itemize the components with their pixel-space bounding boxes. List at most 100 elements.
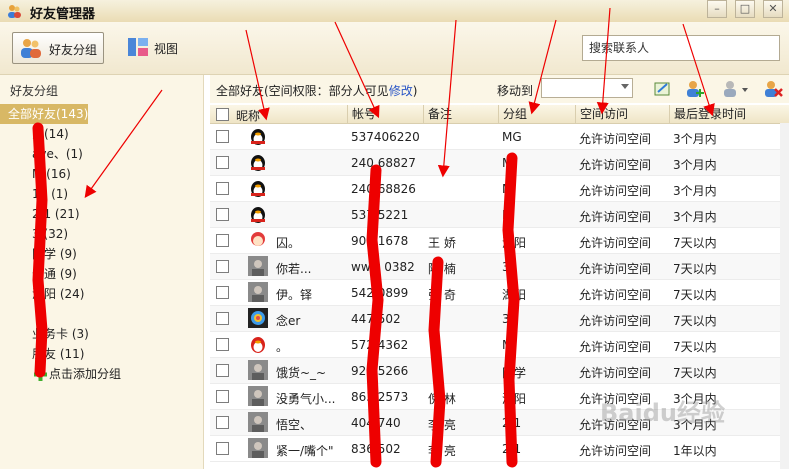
cell-note: 李 亮 [428, 418, 456, 432]
cell-group: 湖阳 [502, 288, 527, 302]
view-button[interactable]: 视图 [124, 32, 194, 62]
cell-last-login: 7天以内 [673, 288, 717, 302]
manage-friends-icon[interactable] [722, 80, 750, 98]
table-row[interactable]: 240 68826 M 允许访问空间 3个月内 [210, 176, 789, 202]
watermark: Baidu经验 [600, 399, 725, 427]
sidebar-item[interactable]: M (16) [0, 164, 203, 184]
cell-last-login: 7天以内 [673, 262, 717, 276]
cell-nick: 饿货~_~ [276, 366, 327, 380]
cell-account: 920 5266 [351, 364, 409, 378]
column-note[interactable]: 备注 [423, 105, 452, 123]
row-checkbox[interactable] [216, 312, 229, 325]
permission-suffix: ) [412, 84, 418, 98]
sidebar-item[interactable]: 家(14) [0, 124, 203, 144]
cell-nick: 伊。铎 [276, 288, 313, 302]
cell-group: M [502, 338, 513, 352]
cell-space-access: 允许访问空间 [579, 366, 652, 380]
cell-group: 3 [502, 312, 510, 326]
scrollbar[interactable] [780, 123, 789, 469]
add-group-link[interactable]: 点击添加分组 [0, 364, 203, 384]
table-row[interactable]: 念er 447 502 3 允许访问空间 7天以内 [210, 306, 789, 332]
table-row[interactable]: 你若... www 0382 陈 楠 3 允许访问空间 7天以内 [210, 254, 789, 280]
cell-account: www 0382 [351, 260, 415, 274]
row-checkbox[interactable] [216, 338, 229, 351]
cell-account: 542 0899 [351, 286, 409, 300]
edit-icon[interactable] [653, 80, 673, 98]
row-checkbox[interactable] [216, 156, 229, 169]
sidebar-item[interactable]: 业务卡 (3) [0, 324, 203, 344]
row-checkbox[interactable] [216, 260, 229, 273]
table-row[interactable]: 240 68827 M 允许访问空间 3个月内 [210, 150, 789, 176]
view-icon [128, 38, 148, 56]
avatar [248, 386, 268, 406]
cell-group: 2 1 [502, 416, 522, 430]
add-friend-icon[interactable] [685, 80, 705, 98]
cell-account: 404 740 [351, 416, 401, 430]
sidebar-item[interactable]: 朋友 (11) [0, 344, 203, 364]
cell-group: M [502, 182, 513, 196]
sidebar-item[interactable]: ave、(1) [0, 144, 203, 164]
row-checkbox[interactable] [216, 130, 229, 143]
maximize-button[interactable]: □ [735, 0, 755, 18]
cell-last-login: 3个月内 [673, 184, 717, 198]
group-button-label: 好友分组 [49, 43, 98, 57]
search-input[interactable] [582, 35, 780, 61]
sidebar: 好友分组 全部好友(143) 家(14) ave、(1) M (16) 13 (… [0, 75, 204, 469]
table-row[interactable]: 伊。铎 542 0899 张 奇 湖阳 允许访问空间 7天以内 [210, 280, 789, 306]
table-row[interactable]: 537406220 MG 允许访问空间 3个月内 [210, 124, 789, 150]
column-group[interactable]: 分组 [498, 105, 527, 123]
sidebar-item[interactable]: 湖阳 (24) [0, 284, 203, 304]
column-nick[interactable]: 昵称 [236, 107, 260, 124]
toolbar: 好友分组 视图 [0, 22, 789, 75]
sidebar-item[interactable]: 3 (32) [0, 224, 203, 244]
add-group-label: 点击添加分组 [49, 367, 122, 381]
sidebar-item[interactable]: 2 1 (21) [0, 204, 203, 224]
column-space[interactable]: 空间访问 [575, 105, 628, 123]
cell-note: 陈 楠 [428, 262, 456, 276]
modify-permission-link[interactable]: 修改 [389, 84, 413, 98]
minimize-button[interactable]: – [707, 0, 727, 18]
cell-last-login: 3个月内 [673, 132, 717, 146]
avatar [248, 334, 268, 354]
row-checkbox[interactable] [216, 390, 229, 403]
column-account[interactable]: 帐号 [347, 105, 376, 123]
row-checkbox[interactable] [216, 364, 229, 377]
select-all-checkbox[interactable] [216, 108, 229, 121]
cell-space-access: 允许访问空间 [579, 314, 652, 328]
cell-account: 537 5221 [351, 208, 409, 222]
sidebar-item[interactable]: 同学 (9) [0, 244, 203, 264]
cell-note: 张 奇 [428, 288, 456, 302]
cell-space-access: 允许访问空间 [579, 340, 652, 354]
delete-friend-icon[interactable] [763, 80, 783, 98]
row-checkbox[interactable] [216, 416, 229, 429]
row-checkbox[interactable] [216, 442, 229, 455]
row-checkbox[interactable] [216, 234, 229, 247]
cell-group: 湖阳 [502, 236, 527, 250]
row-checkbox[interactable] [216, 208, 229, 221]
avatar [248, 204, 268, 224]
moveto-dropdown[interactable] [541, 78, 633, 98]
avatar [248, 308, 268, 328]
table-row[interactable]: 537 5221 M 允许访问空间 3个月内 [210, 202, 789, 228]
column-last-login[interactable]: 最后登录时间 [669, 105, 746, 123]
table-row[interactable]: 囚。 905 1678 王 娇 湖阳 允许访问空间 7天以内 [210, 228, 789, 254]
cell-account: 537406220 [351, 130, 420, 144]
cell-last-login: 1年以内 [673, 444, 717, 458]
sidebar-item[interactable]: 普通 (9) [0, 264, 203, 284]
cell-last-login: 3个月内 [673, 210, 717, 224]
close-button[interactable]: ✕ [763, 0, 783, 18]
avatar [248, 126, 268, 146]
sidebar-item-all[interactable]: 全部好友(143) [0, 104, 88, 124]
cell-group: 2 1 [502, 442, 522, 456]
cell-account: 447 502 [351, 312, 401, 326]
group-button[interactable]: 好友分组 [12, 32, 104, 64]
cell-last-login: 7天以内 [673, 314, 717, 328]
sidebar-item[interactable]: 13 (1) [0, 184, 203, 204]
table-row[interactable]: 饿货~_~ 920 5266 同学 允许访问空间 7天以内 [210, 358, 789, 384]
row-checkbox[interactable] [216, 286, 229, 299]
avatar [248, 178, 268, 198]
row-checkbox[interactable] [216, 182, 229, 195]
table-row[interactable]: 。 572 4362 M 允许访问空间 7天以内 [210, 332, 789, 358]
cell-space-access: 允许访问空间 [579, 210, 652, 224]
table-row[interactable]: 紧一/嘴个" 836 502 李 亮 2 1 允许访问空间 1年以内 [210, 436, 789, 462]
